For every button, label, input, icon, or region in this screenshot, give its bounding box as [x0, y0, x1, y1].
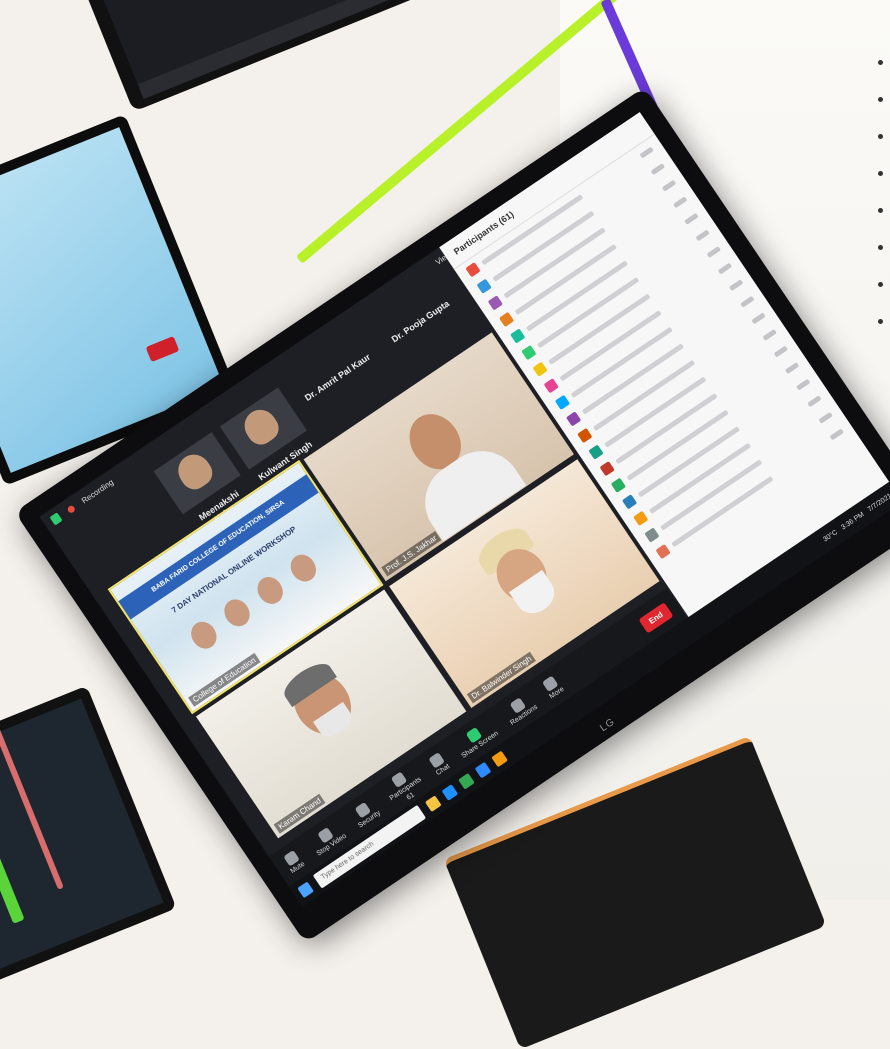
- participant-status-icon: [829, 428, 844, 440]
- avatar: [171, 448, 218, 495]
- avatar: [632, 510, 649, 526]
- avatar: [610, 477, 626, 493]
- clock-time[interactable]: 3:36 PM: [840, 511, 866, 531]
- avatar: [532, 361, 548, 377]
- avatar: [644, 526, 660, 543]
- edge-icon[interactable]: [441, 784, 459, 801]
- participant-status-icon: [695, 229, 710, 242]
- avatar: [498, 311, 514, 327]
- chat-button[interactable]: Chat: [427, 751, 451, 777]
- temperature: 30°C: [821, 528, 839, 544]
- participant-status-icon: [762, 328, 777, 341]
- avatar: [588, 444, 604, 460]
- avatar: [238, 403, 284, 450]
- chrome-icon[interactable]: [458, 772, 475, 790]
- recording-label: Recording: [79, 477, 115, 506]
- poster-face: [186, 616, 222, 654]
- avatar: [543, 377, 559, 393]
- participant-status-icon: [639, 146, 654, 159]
- avatar: [487, 294, 503, 311]
- avatar: [554, 394, 570, 410]
- poster-face: [252, 572, 288, 609]
- participant-status-icon: [795, 378, 811, 391]
- wall-dots: [878, 60, 884, 360]
- neighbor-screen-bottom-left: [0, 698, 164, 982]
- participant-status-icon: [672, 195, 688, 208]
- participant-status-icon: [650, 162, 665, 175]
- monitor-brand: LG: [598, 716, 618, 735]
- neighbor-monitor-top: Type here to search: [40, 0, 616, 112]
- avatar: [520, 344, 537, 360]
- avatar: [621, 493, 637, 510]
- windows-start-icon[interactable]: [297, 881, 314, 899]
- avatar: [509, 327, 526, 344]
- neighbor-monitor-bottom-left: [0, 685, 177, 995]
- participant-status-icon: [739, 295, 755, 308]
- clock-date[interactable]: 7/7/2021: [866, 492, 890, 513]
- participant-status-icon: [806, 394, 822, 407]
- participant-status-icon: [784, 361, 799, 374]
- participant-status-icon: [683, 212, 699, 225]
- avatar: [655, 543, 671, 559]
- avatar: [576, 427, 593, 443]
- participant-status-icon: [728, 278, 744, 291]
- participant-status-icon: [661, 179, 676, 192]
- participant-status-icon: [751, 311, 766, 324]
- participant-status-icon: [818, 411, 833, 424]
- end-meeting-button[interactable]: End: [638, 601, 674, 634]
- participant-status-icon: [717, 262, 732, 275]
- avatar: [465, 261, 481, 277]
- file-explorer-icon[interactable]: [424, 795, 442, 813]
- shield-icon[interactable]: [49, 512, 63, 526]
- security-button[interactable]: Security: [349, 798, 382, 829]
- app-icon[interactable]: [491, 750, 508, 768]
- more-button[interactable]: More: [540, 674, 565, 700]
- participant-status-icon: [706, 245, 721, 258]
- record-icon: [66, 504, 76, 514]
- avatar: [476, 278, 492, 294]
- poster-face: [285, 549, 322, 587]
- participant-status-icon: [773, 345, 788, 358]
- zoom-app-icon[interactable]: [474, 761, 492, 779]
- avatar: [599, 460, 615, 476]
- mute-button[interactable]: Mute: [281, 849, 306, 875]
- avatar: [565, 410, 581, 427]
- participants-count: 61: [405, 791, 416, 802]
- poster-face: [219, 594, 255, 632]
